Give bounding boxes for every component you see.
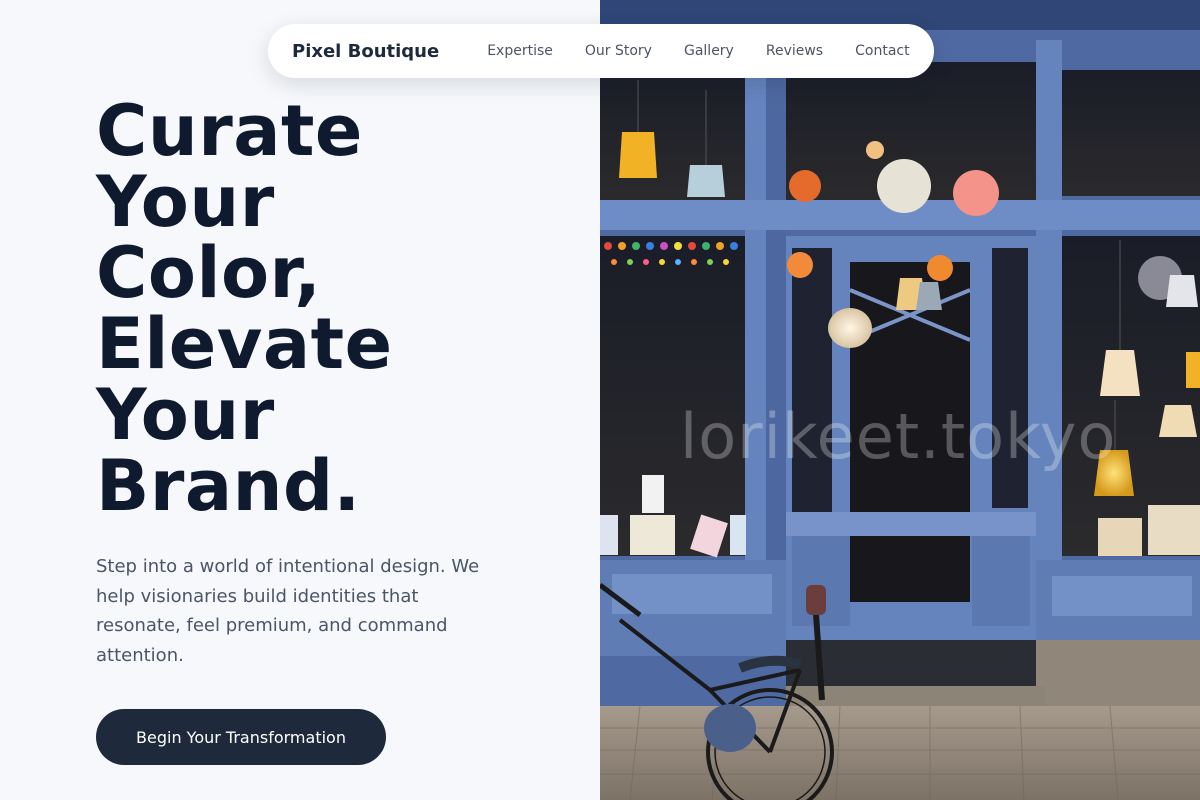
landing-page: Curate Your Color, Elevate Your Brand. S… — [0, 0, 1200, 800]
headline-line: Your — [96, 374, 275, 456]
nav-link-contact[interactable]: Contact — [855, 43, 909, 59]
headline-line: Your — [96, 161, 275, 243]
nav-link-gallery[interactable]: Gallery — [684, 43, 734, 59]
nav-link-reviews[interactable]: Reviews — [766, 43, 823, 59]
headline-line: Elevate — [96, 303, 393, 385]
nav-link-expertise[interactable]: Expertise — [487, 43, 553, 59]
nav-link-our-story[interactable]: Our Story — [585, 43, 652, 59]
storefront-photo: lorikeet.tokyo — [600, 0, 1200, 800]
photo-watermark: lorikeet.tokyo — [680, 400, 1117, 473]
headline-line: Color, — [96, 232, 322, 314]
hero-subtext: Step into a world of intentional design.… — [96, 556, 480, 666]
headline-line: Brand. — [96, 445, 361, 527]
brand-logo-link[interactable]: Pixel Boutique — [292, 41, 439, 62]
top-navigation: Pixel Boutique Expertise Our Story Galle… — [268, 24, 934, 78]
begin-transformation-button[interactable]: Begin Your Transformation — [96, 709, 386, 765]
hero-headline: Curate Your Color, Elevate Your Brand. — [96, 96, 576, 522]
hero-section: Curate Your Color, Elevate Your Brand. S… — [0, 0, 600, 800]
headline-line: Curate — [96, 90, 363, 172]
nav-links: Expertise Our Story Gallery Reviews Cont… — [487, 43, 909, 59]
